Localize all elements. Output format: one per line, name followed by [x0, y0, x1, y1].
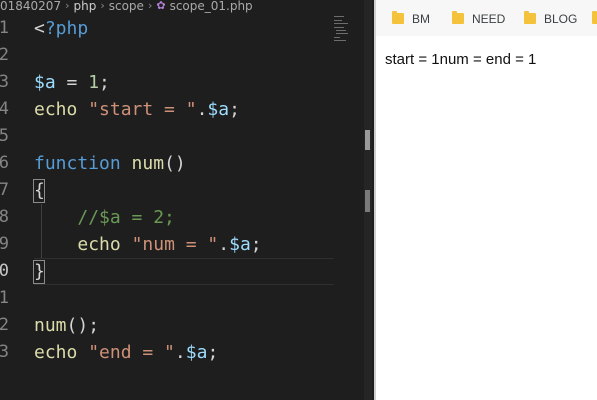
code-text[interactable]: }	[34, 258, 45, 285]
code-line[interactable]: 3 $a = 1;	[0, 69, 374, 96]
code-line[interactable]: 6 function num()	[0, 150, 374, 177]
bookmark-bm[interactable]: BM	[392, 11, 430, 27]
code-token: 1	[88, 72, 100, 93]
bookmark-need[interactable]: NEED	[452, 11, 505, 27]
line-number: 2	[0, 45, 9, 65]
line-number: 3	[0, 72, 9, 92]
code-text[interactable]: $a = 1;	[34, 69, 110, 96]
code-line[interactable]: 8 //$a = 2;	[0, 204, 374, 231]
code-token: <	[34, 18, 45, 39]
line-number: 7	[0, 180, 9, 200]
php-file-icon: ✿	[156, 0, 166, 12]
code-line[interactable]: 1	[0, 285, 374, 312]
code-line[interactable]: 7{	[0, 177, 374, 204]
folder-icon	[592, 11, 597, 24]
chevron-right-icon: ›	[147, 0, 153, 12]
code-line[interactable]: 5	[0, 123, 374, 150]
line-number: 5	[0, 126, 9, 146]
line-number: 1	[0, 18, 9, 38]
code-token: num	[131, 153, 165, 174]
code-token: "num = "	[131, 234, 219, 255]
code-token: $a	[207, 99, 230, 120]
code-text[interactable]: <?php	[34, 15, 88, 42]
code-token: }	[34, 261, 45, 282]
code-token: ?php	[44, 18, 89, 39]
bookmarks-bar: BM NEED BLOG	[376, 0, 597, 36]
chevron-right-icon: ›	[100, 0, 105, 12]
code-token: echo	[34, 99, 78, 120]
breadcrumb-folder-scope[interactable]: scope	[109, 0, 144, 12]
breadcrumb-file[interactable]: scope_01.php	[170, 0, 253, 12]
code-line[interactable]: 9 echo "num = ".$a;	[0, 231, 374, 258]
line-number: 4	[0, 99, 9, 119]
code-line[interactable]: 0}	[0, 258, 374, 285]
code-token: ;	[229, 99, 240, 120]
line-number: 0	[0, 261, 9, 281]
bookmark-blog[interactable]: BLOG	[524, 11, 577, 27]
code-token: $a	[34, 72, 56, 93]
line-number: 3	[0, 342, 9, 362]
chevron-right-icon: ›	[65, 0, 70, 12]
line-number: 1	[0, 288, 9, 308]
code-token: ;	[207, 342, 219, 363]
bookmark-more[interactable]	[592, 11, 597, 27]
code-token: .	[218, 234, 230, 255]
line-number: 6	[0, 153, 9, 173]
code-editor[interactable]: 01840207 › php › scope › ✿ scope_01.php 1 <?php 2…	[0, 0, 374, 400]
line-number: 9	[0, 234, 9, 254]
code-token: echo	[34, 342, 78, 363]
code-token: =	[55, 72, 89, 93]
code-token: function	[34, 153, 121, 174]
code-token: num	[34, 315, 67, 336]
bookmark-label: BLOG	[544, 12, 578, 26]
code-token: $a	[185, 342, 208, 363]
breadcrumb: 01840207 › php › scope › ✿ scope_01.php	[0, 0, 374, 14]
code-token: echo	[77, 234, 121, 255]
folder-icon	[392, 11, 404, 24]
code-token: "end = "	[88, 342, 175, 363]
folder-icon	[452, 11, 464, 24]
code-token: {	[34, 180, 45, 201]
code-text[interactable]: {	[34, 177, 45, 204]
code-token: $a	[229, 234, 251, 255]
browser-pane: BM NEED BLOG start = 1num = end = 1	[374, 0, 597, 400]
breadcrumb-folder-php[interactable]: php	[73, 0, 96, 12]
code-token: ();	[66, 315, 100, 336]
code-text[interactable]: echo "start = ".$a;	[34, 96, 240, 123]
code-token: .	[174, 342, 186, 363]
bookmark-label: NEED	[472, 12, 506, 26]
code-token: .	[196, 99, 208, 120]
code-text[interactable]: echo "num = ".$a;	[34, 231, 262, 258]
code-token: ;	[99, 72, 110, 93]
code-token: "start = "	[88, 99, 197, 120]
code-token: //$a = 2;	[77, 207, 175, 228]
line-number: 8	[0, 207, 9, 227]
line-number: 2	[0, 315, 9, 335]
code-line[interactable]: 2 num();	[0, 312, 374, 339]
code-text[interactable]: echo "end = ".$a;	[34, 339, 218, 366]
code-token: ()	[164, 153, 186, 174]
code-text[interactable]: num();	[34, 312, 99, 339]
code-line[interactable]: 1 <?php	[0, 15, 374, 42]
code-line[interactable]: 2	[0, 42, 374, 69]
folder-icon	[524, 11, 536, 24]
code-text[interactable]: //$a = 2;	[34, 204, 175, 231]
bookmark-label: BM	[412, 12, 430, 26]
code-text[interactable]: function num()	[34, 150, 186, 177]
breadcrumb-project[interactable]: 01840207	[0, 0, 61, 12]
code-line[interactable]: 3 echo "end = ".$a;	[0, 339, 374, 366]
code-token: ;	[250, 234, 262, 255]
code-line[interactable]: 4 echo "start = ".$a;	[0, 96, 374, 123]
page-output: start = 1num = end = 1	[385, 51, 537, 68]
